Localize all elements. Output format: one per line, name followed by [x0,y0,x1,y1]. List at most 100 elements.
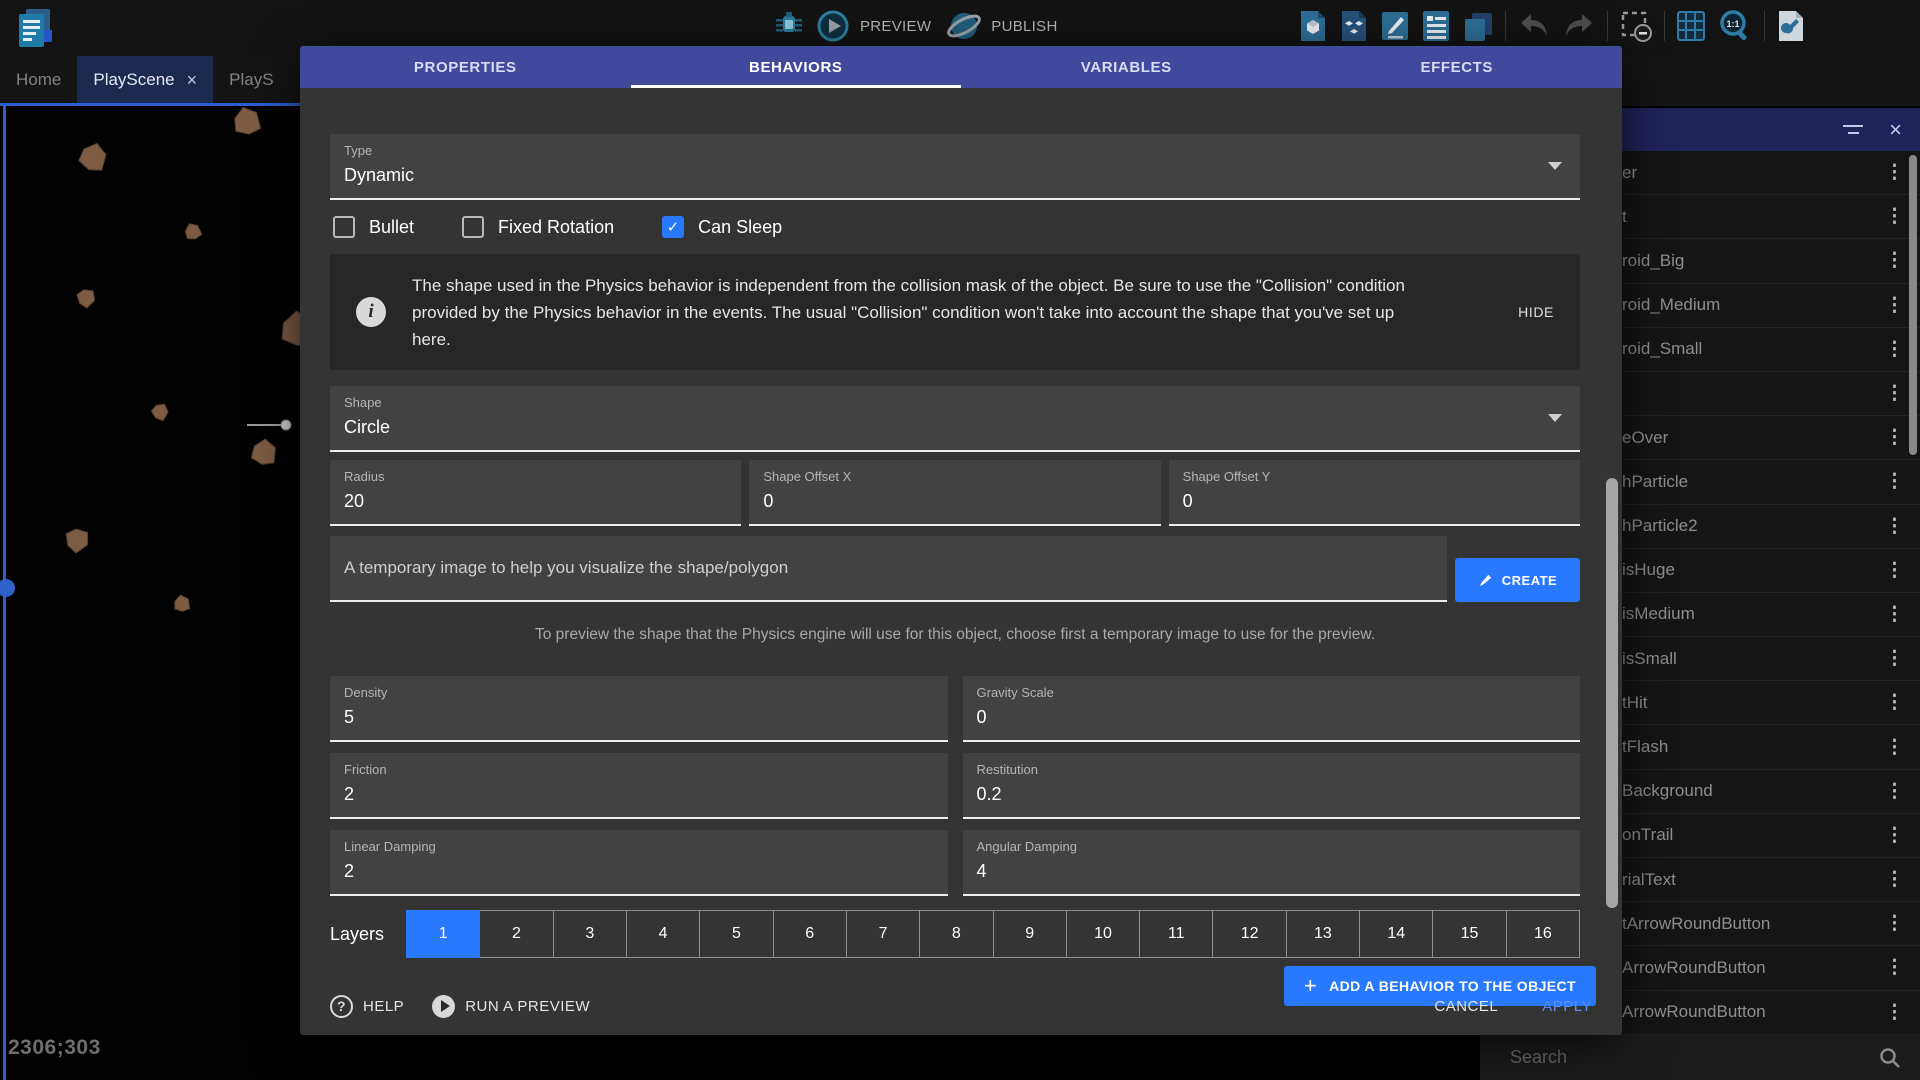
layer-button-16[interactable]: 16 [1507,910,1580,958]
more-vertical-icon[interactable]: ⋮ [1869,1001,1920,1024]
run-preview-button[interactable]: RUN A PREVIEW [432,995,590,1018]
layers-label: Layers [330,924,406,945]
field-angular-damping[interactable]: Angular Damping4 [963,830,1581,896]
temp-image-input[interactable]: A temporary image to help you visualize … [330,536,1447,602]
layer-button-9[interactable]: 9 [994,910,1067,958]
hide-button[interactable]: HIDE [1518,304,1554,320]
field-linear-damping[interactable]: Linear Damping2 [330,830,948,896]
more-vertical-icon[interactable]: ⋮ [1869,603,1920,626]
checkbox-unchecked-icon[interactable] [333,216,355,238]
layer-button-4[interactable]: 4 [627,910,700,958]
close-icon[interactable]: × [187,71,198,89]
layer-button-12[interactable]: 12 [1213,910,1286,958]
object-group-icon[interactable] [1339,9,1369,43]
object-search-bar[interactable]: Search [1480,1035,1920,1080]
asteroid-sprite[interactable] [151,404,168,420]
layers-icon[interactable] [1462,9,1494,43]
zoom-1-1-icon[interactable]: 1:1 [1717,8,1753,44]
layer-button-3[interactable]: 3 [554,910,627,958]
more-vertical-icon[interactable]: ⋮ [1869,824,1920,847]
dialog-tab-variables[interactable]: VARIABLES [961,46,1292,88]
field-shape-offset-x[interactable]: Shape Offset X0 [749,460,1160,526]
more-vertical-icon[interactable]: ⋮ [1869,780,1920,803]
checkbox-bullet[interactable]: Bullet [333,216,414,238]
more-vertical-icon[interactable]: ⋮ [1869,691,1920,714]
checkbox-checked-icon[interactable]: ✓ [662,216,684,238]
dialog-tab-behaviors[interactable]: BEHAVIORS [631,46,962,88]
field-gravity-scale[interactable]: Gravity Scale0 [963,676,1581,742]
more-vertical-icon[interactable]: ⋮ [1869,647,1920,670]
origin-point[interactable] [0,579,15,597]
redo-icon[interactable] [1562,10,1596,42]
help-label: HELP [363,998,404,1015]
dialog-scrollbar[interactable] [1606,478,1618,908]
layer-button-7[interactable]: 7 [847,910,920,958]
grid-icon[interactable] [1676,9,1706,43]
anchor-handle[interactable] [281,420,291,430]
checkbox-fixed-rotation[interactable]: Fixed Rotation [462,216,614,238]
asteroid-sprite[interactable] [66,529,87,553]
run-preview-label: RUN A PREVIEW [465,998,590,1015]
layer-button-14[interactable]: 14 [1360,910,1433,958]
toolbar-divider [1664,11,1665,41]
mask-selection-icon[interactable] [1619,9,1653,43]
search-input[interactable]: Search [1480,1047,1878,1068]
checkbox-can-sleep[interactable]: ✓Can Sleep [662,216,782,238]
more-vertical-icon[interactable]: ⋮ [1869,912,1920,935]
asteroid-sprite[interactable] [185,224,201,239]
tools-wrench-icon[interactable] [1776,9,1806,43]
debugger-icon[interactable] [772,8,806,44]
create-button[interactable]: CREATE [1455,558,1580,602]
cancel-button[interactable]: CANCEL [1434,998,1498,1015]
layer-button-10[interactable]: 10 [1067,910,1140,958]
help-button[interactable]: ? HELP [330,995,404,1018]
object-icon[interactable] [1298,9,1328,43]
scene-tab-plays[interactable]: PlayS [213,56,289,103]
field-radius[interactable]: Radius20 [330,460,741,526]
layer-button-15[interactable]: 15 [1433,910,1506,958]
shape-dropdown[interactable]: Shape Circle [330,386,1580,452]
asteroid-sprite[interactable] [282,311,300,346]
layer-button-5[interactable]: 5 [700,910,773,958]
layer-button-1[interactable]: 1 [406,910,480,958]
field-friction[interactable]: Friction2 [330,753,948,819]
layer-button-8[interactable]: 8 [920,910,993,958]
asteroid-sprite[interactable] [235,108,261,135]
more-vertical-icon[interactable]: ⋮ [1869,736,1920,759]
more-vertical-icon[interactable]: ⋮ [1869,515,1920,538]
apply-button[interactable]: APPLY [1542,998,1592,1015]
preview-label[interactable]: PREVIEW [860,18,931,35]
publish-icon[interactable] [947,9,981,43]
preview-icon[interactable] [816,9,850,43]
publish-label[interactable]: PUBLISH [991,18,1057,35]
field-density[interactable]: Density5 [330,676,948,742]
layer-button-6[interactable]: 6 [774,910,847,958]
edit-scene-icon[interactable] [1380,9,1410,43]
layer-button-11[interactable]: 11 [1140,910,1213,958]
dialog-tab-effects[interactable]: EFFECTS [1292,46,1623,88]
asteroid-sprite[interactable] [251,439,275,464]
dialog-tab-properties[interactable]: PROPERTIES [300,46,631,88]
asteroid-sprite[interactable] [79,144,106,171]
asteroid-sprite[interactable] [77,290,95,308]
field-shape-offset-y[interactable]: Shape Offset Y0 [1169,460,1580,526]
checkbox-unchecked-icon[interactable] [462,216,484,238]
close-icon[interactable]: × [1889,119,1902,141]
undo-icon[interactable] [1517,10,1551,42]
properties-list-icon[interactable] [1421,9,1451,43]
scene-tab-home[interactable]: Home [0,56,77,103]
more-vertical-icon[interactable]: ⋮ [1869,868,1920,891]
layer-button-2[interactable]: 2 [480,910,553,958]
type-dropdown[interactable]: Type Dynamic [330,134,1580,200]
layer-button-13[interactable]: 13 [1287,910,1360,958]
field-restitution[interactable]: Restitution0.2 [963,753,1581,819]
more-vertical-icon[interactable]: ⋮ [1869,470,1920,493]
project-manager-icon[interactable] [12,6,56,50]
scene-tab-playscene[interactable]: PlayScene× [77,56,213,103]
scene-tab-bar: HomePlayScene×PlayS [0,56,300,103]
more-vertical-icon[interactable]: ⋮ [1869,559,1920,582]
asteroid-sprite[interactable] [175,595,190,611]
filter-icon[interactable] [1843,123,1863,137]
panel-scrollbar[interactable] [1909,155,1917,455]
more-vertical-icon[interactable]: ⋮ [1869,956,1920,979]
